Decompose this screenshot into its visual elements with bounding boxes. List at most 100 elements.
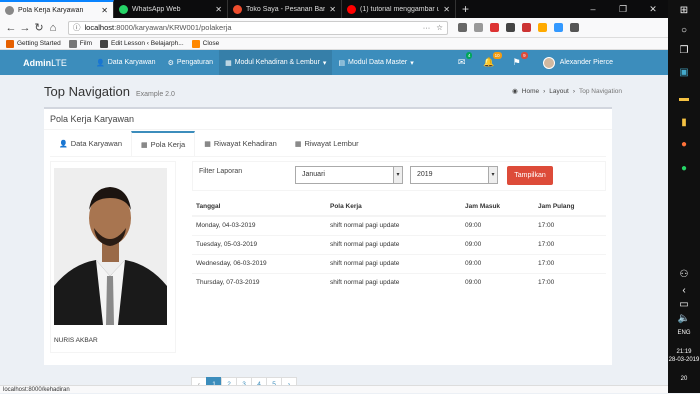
- status-bar: localhost:8000/kehadiran: [0, 385, 668, 393]
- filter-label: Filter Laporan: [199, 168, 243, 175]
- tab-riwayat-lembur[interactable]: ▦ Riwayat Lembur: [286, 131, 368, 156]
- menu-modul-kehadiran[interactable]: ▦ Modul Kehadiran & Lembur ▾: [219, 50, 333, 75]
- network-icon[interactable]: ▭: [677, 298, 691, 312]
- extension-icon[interactable]: [554, 23, 563, 32]
- maximize-button[interactable]: ❐: [608, 0, 638, 18]
- close-icon[interactable]: ✕: [443, 5, 450, 14]
- tab-pola-kerja[interactable]: ▦ Pola Kerja: [131, 131, 196, 156]
- notification-badge[interactable]: 20: [668, 376, 700, 382]
- pagination: ‹ 1 2 3 4 5 ›: [191, 377, 297, 385]
- page-4[interactable]: 4: [251, 377, 267, 385]
- table-row: Monday, 04-03-2019 shift normal pagi upda…: [192, 215, 606, 235]
- work-schedule-table: Tanggal Pola Kerja Jam Masuk Jam Pulang …: [192, 198, 606, 292]
- people-icon[interactable]: ⚇: [677, 268, 691, 282]
- menu-pengaturan[interactable]: ⚙ Pengaturan: [162, 50, 219, 75]
- home-button[interactable]: ⌂: [46, 22, 60, 34]
- chevron-left-icon[interactable]: ‹: [677, 284, 691, 298]
- page-prev[interactable]: ‹: [191, 377, 207, 385]
- reload-button[interactable]: ↻: [32, 21, 46, 34]
- browser-tab-3[interactable]: Toko Saya - Pesanan Baru | Toko✕: [228, 0, 342, 18]
- tasks-icon[interactable]: ⚑ 9: [513, 52, 528, 68]
- box-title: Pola Kerja Karyawan: [44, 109, 612, 130]
- breadcrumb-home[interactable]: Home: [522, 88, 539, 95]
- page-1[interactable]: 1: [206, 377, 222, 385]
- library-icon[interactable]: [458, 23, 467, 32]
- folder-icon[interactable]: ▬: [677, 92, 691, 106]
- gears-icon: ⚙: [167, 59, 174, 67]
- whatsapp-icon[interactable]: ●: [677, 162, 691, 176]
- bookmark-star-icon[interactable]: ☆: [436, 23, 443, 32]
- notifications-icon[interactable]: 🔔 10: [483, 52, 502, 68]
- chevron-down-icon: ▾: [488, 167, 497, 183]
- chevron-down-icon: ▾: [393, 167, 402, 183]
- month-select[interactable]: Januari ▾: [295, 166, 403, 184]
- volume-icon[interactable]: 🔈: [677, 312, 691, 326]
- menu-data-karyawan[interactable]: 👤 Data Karyawan: [90, 50, 162, 75]
- windows-taskbar: ⊞ ○ ❐ ▣ ▬ ▮ ● ● ⚇ ‹ ▭ 🔈 ENG 21:19 28-03-…: [668, 0, 700, 393]
- breadcrumb-layout[interactable]: Layout: [549, 88, 569, 95]
- calendar-icon: ▦: [294, 140, 302, 148]
- calendar-icon: ▦: [225, 59, 232, 67]
- clock-time[interactable]: 21:19: [668, 349, 700, 355]
- close-icon[interactable]: ✕: [215, 5, 222, 14]
- extension-icon[interactable]: [538, 23, 547, 32]
- user-menu[interactable]: Alexander Pierce: [542, 56, 613, 69]
- cortana-icon[interactable]: ○: [677, 24, 691, 38]
- employee-photo: [54, 168, 167, 325]
- browser-tab-4[interactable]: (1) tutorial menggambar ultram✕: [342, 0, 456, 18]
- page-5[interactable]: 5: [266, 377, 282, 385]
- breadcrumb-current: Top Navigation: [579, 88, 622, 95]
- content-header: Top Navigation Example 2.0 ◉ Home › Layout › T…: [0, 75, 668, 107]
- column-header: Pola Kerja: [326, 198, 461, 217]
- browser-tab-2[interactable]: WhatsApp Web ✕: [114, 0, 228, 18]
- sidebar-icon[interactable]: [474, 23, 483, 32]
- forward-button[interactable]: →: [18, 22, 32, 34]
- tab-data-karyawan[interactable]: 👤 Data Karyawan: [50, 131, 131, 156]
- extension-icon[interactable]: [506, 23, 515, 32]
- page-3[interactable]: 3: [236, 377, 252, 385]
- tab-riwayat-kehadiran[interactable]: ▦ Riwayat Kehadiran: [195, 131, 286, 156]
- messages-icon[interactable]: ✉ 4: [458, 52, 473, 68]
- menu-modul-data-master[interactable]: ▤ Modul Data Master ▾: [332, 50, 419, 75]
- address-bar[interactable]: ⓘ localhost:8000/karyawan/KRW001/polaker…: [68, 20, 448, 35]
- bookmark-edit-lesson[interactable]: Edit Lesson ‹ Belajarph...: [100, 39, 184, 48]
- more-icon[interactable]: ···: [423, 23, 431, 32]
- new-tab-button[interactable]: +: [456, 0, 475, 18]
- messages-badge: 4: [465, 52, 473, 59]
- close-window-button[interactable]: ✕: [638, 0, 668, 18]
- tab-bar: Pola Kerja Karyawan ✕ WhatsApp Web ✕ Toko …: [0, 0, 668, 18]
- calendar-icon: ▦: [141, 141, 148, 149]
- table-row: Wednesday, 06-03-2019 shift normal pagi u…: [192, 253, 606, 273]
- app-logo[interactable]: AdminLTE: [0, 58, 90, 68]
- clock-date[interactable]: 28-03-2019: [668, 357, 700, 363]
- app-icon[interactable]: ▮: [677, 116, 691, 130]
- close-icon[interactable]: ✕: [329, 5, 336, 14]
- task-view-icon[interactable]: ❐: [677, 44, 691, 58]
- extension-icon[interactable]: [522, 23, 531, 32]
- firefox-icon[interactable]: ●: [677, 138, 691, 152]
- page-next[interactable]: ›: [281, 377, 297, 385]
- browser-tab-1[interactable]: Pola Kerja Karyawan ✕: [0, 0, 114, 18]
- shop-icon: [233, 4, 242, 14]
- page-2[interactable]: 2: [221, 377, 237, 385]
- year-select[interactable]: 2019 ▾: [410, 166, 498, 184]
- whatsapp-icon: [119, 4, 128, 14]
- employee-name: NURIS AKBAR: [54, 337, 98, 344]
- extension-icon[interactable]: [490, 23, 499, 32]
- navigation-bar: ← → ↻ ⌂ ⓘ localhost:8000/karyawan/KRW001…: [0, 18, 668, 38]
- column-header: Jam Masuk: [461, 198, 534, 217]
- bookmark-getting-started[interactable]: Getting Started: [6, 39, 61, 48]
- back-button[interactable]: ←: [4, 22, 18, 34]
- menu-icon[interactable]: [570, 23, 579, 32]
- tasks-badge: 9: [521, 52, 528, 59]
- language-indicator[interactable]: ENG: [668, 330, 700, 336]
- bookmark-film[interactable]: Film: [68, 39, 92, 48]
- tampilkan-button[interactable]: Tampilkan: [507, 166, 553, 185]
- page-subtitle: Example 2.0: [136, 90, 175, 98]
- minimize-button[interactable]: –: [578, 0, 608, 18]
- bookmark-close[interactable]: Close: [191, 39, 219, 48]
- screen-icon[interactable]: ▣: [677, 66, 691, 80]
- start-icon[interactable]: ⊞: [677, 4, 691, 18]
- close-icon[interactable]: ✕: [101, 6, 108, 15]
- table-row: Tuesday, 05-03-2019 shift normal pagi upd…: [192, 234, 606, 254]
